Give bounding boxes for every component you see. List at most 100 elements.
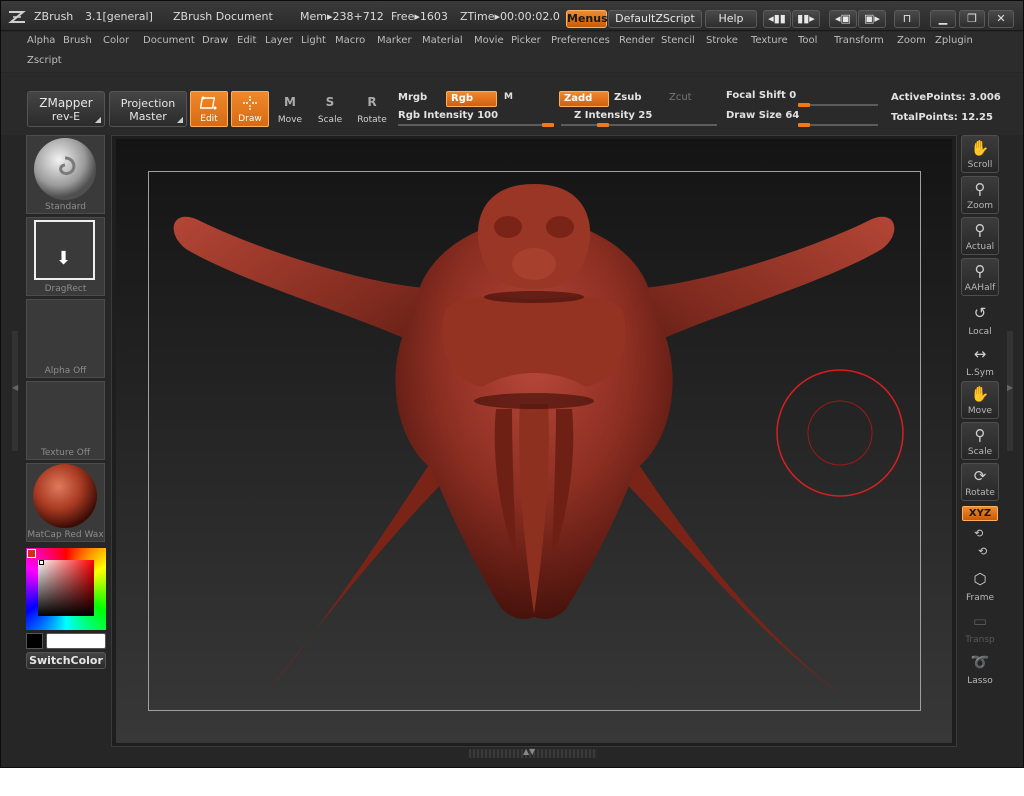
focal-shift-label[interactable]: Focal Shift 0 — [726, 90, 796, 101]
draw-button[interactable]: Draw — [231, 91, 269, 127]
scroll-label: Scroll — [967, 160, 993, 170]
menu-draw[interactable]: Draw — [202, 35, 228, 46]
scale-label: Scale — [317, 115, 343, 125]
primary-color-swatch[interactable] — [46, 633, 106, 649]
scroll-button[interactable]: ✋ Scroll — [961, 135, 999, 173]
menu-stencil[interactable]: Stencil — [661, 35, 695, 46]
scale-view-button[interactable]: ⚲ Scale — [961, 422, 999, 460]
menu-preferences[interactable]: Preferences — [551, 35, 610, 46]
xyz-toggle[interactable]: XYZ — [962, 506, 998, 521]
menu-picker[interactable]: Picker — [511, 35, 541, 46]
scale-button[interactable]: S Scale — [311, 91, 349, 127]
color-swap-icon[interactable] — [27, 549, 36, 558]
rgb-intensity-label[interactable]: Rgb Intensity 100 — [398, 110, 498, 121]
edit-button[interactable]: Edit — [190, 91, 228, 127]
rotate-z-icon[interactable]: ⟲ — [978, 545, 987, 558]
document-canvas[interactable] — [116, 139, 952, 743]
zcut-toggle[interactable]: Zcut — [669, 92, 692, 103]
menu-marker[interactable]: Marker — [377, 35, 412, 46]
projection-master-button[interactable]: Projection Master ◢ — [109, 91, 187, 127]
menu-zoom[interactable]: Zoom — [897, 35, 926, 46]
draw-icon — [232, 94, 268, 116]
help-button[interactable]: Help — [705, 10, 757, 28]
projection-sub: Master — [129, 110, 167, 123]
lasso-button[interactable]: ➰ Lasso — [961, 650, 999, 688]
menu-zscript[interactable]: Zscript — [27, 55, 62, 66]
frame-button[interactable]: ⬡ Frame — [961, 567, 999, 605]
draw-size-knob[interactable] — [798, 123, 810, 127]
default-zscript-button[interactable]: DefaultZScript — [608, 10, 702, 28]
menu-render[interactable]: Render — [619, 35, 655, 46]
lsym-button[interactable]: ↔ L.Sym — [961, 342, 999, 380]
stroke-thumbnail[interactable]: ⬇ DragRect — [26, 217, 105, 296]
rotate-button[interactable]: R Rotate — [353, 91, 391, 127]
left-tray-handle[interactable]: ◀ — [12, 331, 18, 451]
mrgb-toggle[interactable]: Mrgb — [398, 92, 427, 103]
menu-tool[interactable]: Tool — [798, 35, 817, 46]
menu-texture[interactable]: Texture — [751, 35, 788, 46]
layout-left-icon[interactable]: ◂▣ — [829, 10, 857, 28]
menu-material[interactable]: Material — [422, 35, 463, 46]
zoom-button[interactable]: ⚲ Zoom — [961, 176, 999, 214]
rgb-toggle[interactable]: Rgb — [446, 91, 497, 107]
z-intensity-slider[interactable] — [561, 124, 717, 126]
color-picker[interactable] — [26, 548, 106, 630]
title-bar: ZBrush 3.1[general] ZBrush Document Mem▸… — [1, 1, 1023, 31]
zoom-label: Zoom — [967, 201, 993, 211]
minimize-icon[interactable]: ▁ — [930, 10, 956, 28]
rgb-intensity-knob[interactable] — [542, 123, 554, 127]
zmapper-button[interactable]: ZMapper rev-E ◢ — [27, 91, 105, 127]
bottom-tray-handle[interactable]: ▲▼ — [469, 747, 597, 758]
menu-movie[interactable]: Movie — [474, 35, 504, 46]
move-view-button[interactable]: ✋ Move — [961, 381, 999, 419]
menu-brush[interactable]: Brush — [63, 35, 92, 46]
rgb-intensity-slider[interactable] — [398, 124, 554, 126]
shelf-scroll-left-icon[interactable]: ◂▮▮ — [763, 10, 791, 28]
move-button[interactable]: M Move — [271, 91, 309, 127]
focal-shift-slider[interactable] — [798, 104, 878, 106]
aahalf-button[interactable]: ⚲ AAHalf — [961, 258, 999, 296]
close-icon[interactable]: ✕ — [988, 10, 1014, 28]
z-intensity-label[interactable]: Z Intensity 25 — [574, 110, 652, 121]
menu-stroke[interactable]: Stroke — [706, 35, 738, 46]
arrow-down-icon: ⬇ — [56, 248, 72, 269]
layout-right-icon[interactable]: ▣▸ — [858, 10, 886, 28]
z-intensity-knob[interactable] — [597, 123, 609, 127]
lock-icon[interactable]: ⊓ — [894, 10, 920, 28]
material-thumbnail[interactable]: MatCap Red Wax — [26, 463, 105, 542]
menu-macro[interactable]: Macro — [335, 35, 365, 46]
maximize-icon[interactable]: ❐ — [959, 10, 985, 28]
menus-button[interactable]: Menus — [566, 10, 608, 28]
dragrect-icon: ⬇ — [34, 220, 95, 280]
scale-icon: S — [325, 95, 335, 109]
secondary-color-swatch[interactable] — [26, 633, 43, 649]
draw-size-label[interactable]: Draw Size 64 — [726, 110, 799, 121]
actual-button[interactable]: ⚲ Actual — [961, 217, 999, 255]
texture-thumbnail[interactable]: Texture Off — [26, 381, 105, 460]
m-toggle[interactable]: M — [504, 92, 513, 102]
alpha-thumbnail[interactable]: Alpha Off — [26, 299, 105, 378]
brush-thumbnail[interactable]: Standard — [26, 135, 105, 214]
menu-alpha[interactable]: Alpha — [27, 35, 55, 46]
menu-document[interactable]: Document — [143, 35, 195, 46]
transp-icon: ▭ — [972, 612, 988, 630]
menu-light[interactable]: Light — [301, 35, 326, 46]
color-square[interactable] — [38, 560, 94, 616]
rotate-y-icon[interactable]: ⟲ — [974, 527, 983, 540]
menu-zplugin[interactable]: Zplugin — [935, 35, 973, 46]
right-tray-handle[interactable]: ▶ — [1007, 331, 1013, 451]
switch-color-button[interactable]: SwitchColor — [26, 652, 106, 669]
transp-button[interactable]: ▭ Transp — [961, 609, 999, 647]
menu-layer[interactable]: Layer — [265, 35, 293, 46]
app-name: ZBrush — [34, 10, 74, 23]
local-button[interactable]: ↺ Local — [961, 301, 999, 339]
zadd-toggle[interactable]: Zadd — [559, 91, 609, 107]
menu-color[interactable]: Color — [103, 35, 129, 46]
menu-transform[interactable]: Transform — [834, 35, 884, 46]
draw-size-slider[interactable] — [798, 124, 878, 126]
zsub-toggle[interactable]: Zsub — [614, 92, 641, 103]
rotate-view-button[interactable]: ⟳ Rotate — [961, 463, 999, 501]
focal-shift-knob[interactable] — [798, 103, 810, 107]
menu-edit[interactable]: Edit — [237, 35, 256, 46]
shelf-scroll-right-icon[interactable]: ▮▮▸ — [792, 10, 820, 28]
